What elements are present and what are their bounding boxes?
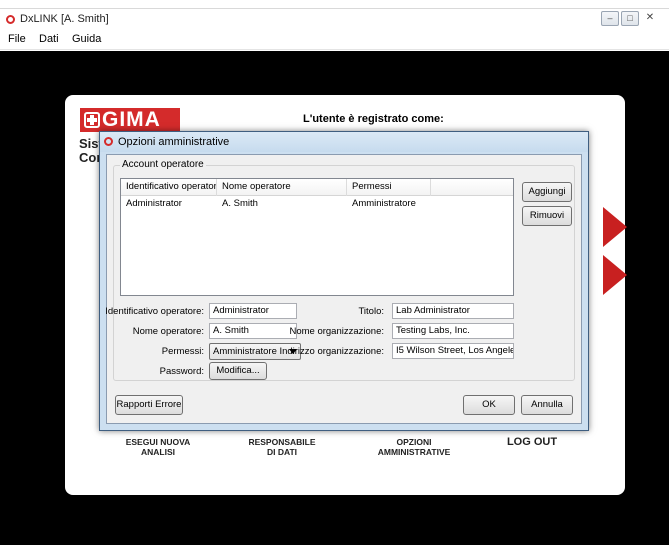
minimize-icon[interactable]: – [601,11,619,26]
logged-in-label: L'utente è registrato come: [303,113,444,125]
org-name-label: Nome organizzazione: [289,326,384,337]
gima-logo: GIMA [80,108,180,132]
dialog-title: Opzioni amministrative [118,136,230,148]
admin-options-label: AMMINISTRATIVE [377,447,451,457]
admin-options-button[interactable]: OPZIONI AMMINISTRATIVE [359,437,469,457]
group-label: Account operatore [120,159,206,170]
window-controls: – □ ✕ [601,11,659,26]
operator-id-field[interactable]: Administrator [209,303,297,319]
permissions-label: Permessi: [161,346,204,357]
org-address-field[interactable]: I5 Wilson Street, Los Angeles, CA [392,343,514,359]
admin-options-label: OPZIONI [396,437,432,447]
menu-bar: File Dati Guida [0,30,669,50]
data-manager-label: RESPONSABILE [248,437,316,447]
table-row[interactable]: Administrator A. Smith Amministratore [121,197,513,212]
title-label: Titolo: [358,306,384,317]
change-password-button[interactable]: Modifica... [209,362,267,380]
logo-text: GIMA [102,108,161,131]
data-manager-label: DI DATI [266,447,298,457]
close-icon[interactable]: ✕ [641,11,659,26]
cell-permissions: Amministratore [352,198,416,209]
column-header-operator-id[interactable]: Identificativo operatore [121,179,217,196]
cancel-button[interactable]: Annulla [521,395,573,415]
column-header-empty [431,179,515,196]
medical-cross-icon [84,112,100,128]
list-header: Identificativo operatore Nome operatore … [121,179,513,196]
logout-button[interactable]: LOG OUT [477,437,587,448]
org-address-label: Indirizzo organizzazione: [279,346,384,357]
cell-operator-id: Administrator [126,198,182,209]
new-analysis-label: ANALISI [141,447,175,457]
menu-dati[interactable]: Dati [39,33,59,45]
app-logo-icon [6,15,15,24]
title-field[interactable]: Lab Administrator [392,303,514,319]
menu-guida[interactable]: Guida [72,33,101,45]
window-titlebar: DxLINK [A. Smith] – □ ✕ [0,8,669,30]
dialog-titlebar: Opzioni amministrative [100,132,588,152]
dialog-body: Account operatore Identificativo operato… [105,154,582,424]
menu-file[interactable]: File [8,33,26,45]
new-analysis-label: ESEGUI NUOVA [125,437,191,447]
admin-options-dialog: Opzioni amministrative Account operatore… [99,131,589,431]
error-report-button[interactable]: Rapporti Errore [115,395,183,415]
operator-account-group: Account operatore Identificativo operato… [105,159,575,381]
window-title: DxLINK [A. Smith] [20,13,109,25]
column-header-operator-name[interactable]: Nome operatore [217,179,347,196]
red-arrow-icon [603,255,627,295]
operator-name-field[interactable]: A. Smith [209,323,297,339]
cell-operator-name: A. Smith [222,198,258,209]
dialog-app-icon [104,137,113,146]
operator-id-label: Identificativo operatore: [105,306,204,317]
operator-name-label: Nome operatore: [132,326,204,337]
operator-list[interactable]: Identificativo operatore Nome operatore … [120,178,514,296]
remove-button[interactable]: Rimuovi [522,206,572,226]
red-arrow-icon [603,207,627,247]
data-manager-button[interactable]: RESPONSABILE DI DATI [227,437,337,457]
ok-button[interactable]: OK [463,395,515,415]
new-analysis-button[interactable]: ESEGUI NUOVA ANALISI [103,437,213,457]
password-label: Password: [159,366,204,377]
add-button[interactable]: Aggiungi [522,182,572,202]
column-header-permissions[interactable]: Permessi [347,179,431,196]
maximize-icon[interactable]: □ [621,11,639,26]
permissions-selected: Amministratore [213,346,277,357]
org-name-field[interactable]: Testing Labs, Inc. [392,323,514,339]
